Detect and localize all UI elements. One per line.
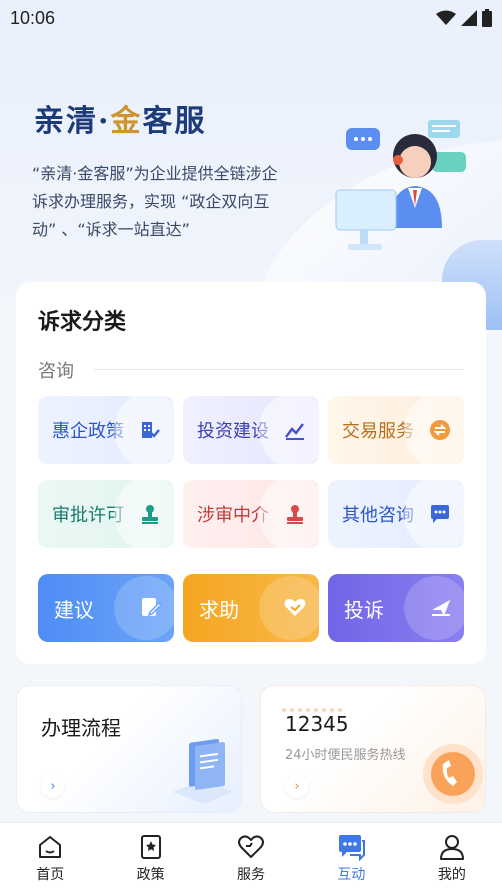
tab-service-label: 服务 bbox=[237, 867, 266, 883]
hotline-arrow-icon[interactable]: › bbox=[285, 774, 309, 798]
brand-title: 亲清·金客服 bbox=[34, 96, 206, 140]
bottom-tab-bar: 首页 政策 服务 互动 我的 bbox=[0, 822, 502, 894]
tab-interact-label: 互动 bbox=[337, 867, 366, 883]
category-card-title: 诉求分类 bbox=[38, 310, 127, 335]
help-button[interactable]: 求助 bbox=[183, 574, 319, 642]
tile-policy[interactable]: 惠企政策 bbox=[38, 396, 174, 464]
tile-other[interactable]: 其他咨询 bbox=[328, 480, 464, 548]
policy-icon bbox=[140, 835, 161, 859]
phone-icon bbox=[423, 744, 483, 804]
customer-service-illustration-icon bbox=[335, 120, 466, 250]
status-bar: 10:06 bbox=[0, 0, 502, 36]
tile-investment[interactable]: 投资建设 bbox=[183, 396, 319, 464]
status-icons bbox=[436, 9, 492, 27]
tab-mine[interactable]: 我的 bbox=[402, 823, 502, 894]
hotline-number: 12345 bbox=[285, 712, 349, 736]
category-card: 诉求分类 咨询 惠企政策 投资建设 交易服务 审批许可 涉审中介 其他咨询 建议… bbox=[16, 282, 486, 664]
building-check-icon bbox=[130, 410, 170, 450]
tile-intermediary[interactable]: 涉审中介 bbox=[183, 480, 319, 548]
complaint-button-label: 投诉 bbox=[344, 597, 384, 622]
chat-icon bbox=[339, 835, 366, 861]
hotline-dots-decoration bbox=[282, 708, 342, 712]
suggest-button-label: 建议 bbox=[54, 597, 94, 622]
home-icon bbox=[39, 836, 62, 858]
tab-policy-label: 政策 bbox=[136, 867, 165, 883]
consult-section-label: 咨询 bbox=[38, 361, 74, 382]
brand-part2: 金 bbox=[110, 104, 143, 139]
tab-mine-label: 我的 bbox=[437, 867, 466, 883]
battery-icon bbox=[482, 9, 492, 27]
stamp-icon bbox=[130, 494, 170, 534]
tab-service[interactable]: 服务 bbox=[201, 823, 301, 894]
status-time: 10:06 bbox=[10, 7, 56, 28]
chat-dots-icon bbox=[420, 494, 460, 534]
tab-home[interactable]: 首页 bbox=[0, 823, 100, 894]
hero-description: “亲清·金客服”为企业提供全链涉企诉求办理服务，实现 “政企双向互动” 、“诉求… bbox=[32, 164, 278, 239]
complaint-button[interactable]: 投诉 bbox=[328, 574, 464, 642]
brand-dot: · bbox=[98, 104, 111, 139]
help-button-label: 求助 bbox=[199, 597, 239, 622]
signal-icon bbox=[461, 10, 477, 26]
chart-line-icon bbox=[275, 410, 315, 450]
tab-policy[interactable]: 政策 bbox=[100, 823, 200, 894]
heart-icon bbox=[238, 835, 265, 858]
process-panel[interactable]: 办理流程 › bbox=[16, 685, 242, 813]
process-arrow-icon[interactable]: › bbox=[41, 774, 65, 798]
brand-part3: 客服 bbox=[142, 104, 207, 139]
edit-icon bbox=[142, 598, 162, 617]
document-stack-icon bbox=[173, 738, 233, 804]
hotline-panel[interactable]: 12345 24小时便民服务热线 › bbox=[260, 685, 486, 813]
tab-interact[interactable]: 互动 bbox=[301, 823, 401, 894]
hotline-description: 24小时便民服务热线 bbox=[285, 748, 406, 763]
process-title: 办理流程 bbox=[41, 716, 121, 740]
suggest-button[interactable]: 建议 bbox=[38, 574, 174, 642]
tab-home-label: 首页 bbox=[36, 867, 65, 883]
tile-approval[interactable]: 审批许可 bbox=[38, 480, 174, 548]
seal-icon bbox=[275, 494, 315, 534]
heart-hand-icon bbox=[284, 598, 306, 616]
person-icon bbox=[439, 835, 464, 860]
exchange-icon bbox=[420, 410, 460, 450]
brand-part1: 亲清 bbox=[34, 104, 98, 139]
section-divider bbox=[94, 369, 464, 370]
tile-trade[interactable]: 交易服务 bbox=[328, 396, 464, 464]
send-icon bbox=[432, 600, 450, 616]
wifi-icon bbox=[436, 10, 456, 25]
